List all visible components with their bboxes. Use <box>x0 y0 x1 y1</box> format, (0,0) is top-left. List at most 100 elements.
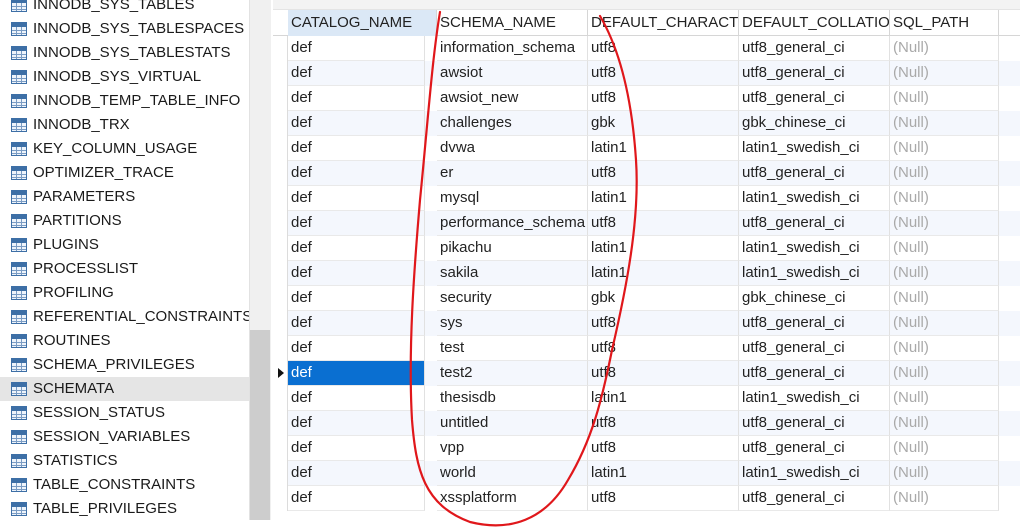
row-selector[interactable] <box>273 136 288 161</box>
cell-default-collation[interactable]: utf8_general_ci <box>739 311 890 336</box>
table-row[interactable]: def er utf8 utf8_general_ci (Null) <box>273 161 1020 186</box>
cell-default-collation[interactable]: utf8_general_ci <box>739 36 890 61</box>
row-selector[interactable] <box>273 311 288 336</box>
table-row[interactable]: def test2 utf8 utf8_general_ci (Null) <box>273 361 1020 386</box>
cell-catalog-name[interactable]: def <box>288 386 425 411</box>
cell-catalog-name[interactable]: def <box>288 286 425 311</box>
cell-schema-name[interactable]: er <box>437 161 588 186</box>
cell-default-collation[interactable]: latin1_swedish_ci <box>739 461 890 486</box>
tree-item-profiling[interactable]: PROFILING <box>0 281 249 305</box>
tree-item-routines[interactable]: ROUTINES <box>0 329 249 353</box>
cell-schema-name[interactable]: mysql <box>437 186 588 211</box>
cell-catalog-name[interactable]: def <box>288 211 425 236</box>
current-row-indicator[interactable] <box>273 361 288 386</box>
row-selector[interactable] <box>273 36 288 61</box>
row-selector[interactable] <box>273 261 288 286</box>
cell-catalog-name[interactable]: def <box>288 136 425 161</box>
cell-default-collation[interactable]: latin1_swedish_ci <box>739 386 890 411</box>
cell-default-charset[interactable]: gbk <box>588 111 739 136</box>
cell-default-charset[interactable]: latin1 <box>588 261 739 286</box>
cell-schema-name[interactable]: performance_schema <box>437 211 588 236</box>
table-row[interactable]: def world latin1 latin1_swedish_ci (Null) <box>273 461 1020 486</box>
tree-scrollbar-thumb[interactable] <box>250 330 270 520</box>
table-row[interactable]: def sakila latin1 latin1_swedish_ci (Null) <box>273 261 1020 286</box>
cell-default-charset[interactable]: gbk <box>588 286 739 311</box>
cell-default-collation[interactable]: gbk_chinese_ci <box>739 286 890 311</box>
cell-default-charset[interactable]: latin1 <box>588 186 739 211</box>
cell-catalog-name[interactable]: def <box>288 111 425 136</box>
cell-default-charset[interactable]: utf8 <box>588 486 739 511</box>
cell-sql-path[interactable]: (Null) <box>890 461 999 486</box>
cell-sql-path[interactable]: (Null) <box>890 211 999 236</box>
row-selector[interactable] <box>273 211 288 236</box>
table-row[interactable]: def sys utf8 utf8_general_ci (Null) <box>273 311 1020 336</box>
tree-item-schemata[interactable]: SCHEMATA <box>0 377 249 401</box>
cell-default-charset[interactable]: utf8 <box>588 311 739 336</box>
cell-default-charset[interactable]: utf8 <box>588 61 739 86</box>
tree-item-innodb-sys-tables[interactable]: INNODB_SYS_TABLES <box>0 0 249 17</box>
cell-catalog-name[interactable]: def <box>288 411 425 436</box>
cell-schema-name[interactable]: pikachu <box>437 236 588 261</box>
row-selector[interactable] <box>273 111 288 136</box>
cell-schema-name[interactable]: sys <box>437 311 588 336</box>
cell-catalog-name[interactable]: def <box>288 61 425 86</box>
cell-sql-path[interactable]: (Null) <box>890 111 999 136</box>
cell-default-charset[interactable]: utf8 <box>588 411 739 436</box>
cell-default-collation[interactable]: utf8_general_ci <box>739 161 890 186</box>
tree-item-innodb-sys-virtual[interactable]: INNODB_SYS_VIRTUAL <box>0 65 249 89</box>
cell-catalog-name[interactable]: def <box>288 236 425 261</box>
tree-item-session-variables[interactable]: SESSION_VARIABLES <box>0 425 249 449</box>
cell-catalog-name[interactable]: def <box>288 186 425 211</box>
tree-item-schema-privileges[interactable]: SCHEMA_PRIVILEGES <box>0 353 249 377</box>
cell-sql-path[interactable]: (Null) <box>890 336 999 361</box>
table-row[interactable]: def awsiot utf8 utf8_general_ci (Null) <box>273 61 1020 86</box>
column-header-schema-name[interactable]: SCHEMA_NAME <box>437 10 588 36</box>
tree-item-statistics[interactable]: STATISTICS <box>0 449 249 473</box>
row-selector[interactable] <box>273 61 288 86</box>
tree-item-partitions[interactable]: PARTITIONS <box>0 209 249 233</box>
table-row[interactable]: def security gbk gbk_chinese_ci (Null) <box>273 286 1020 311</box>
tree-item-session-status[interactable]: SESSION_STATUS <box>0 401 249 425</box>
cell-sql-path[interactable]: (Null) <box>890 311 999 336</box>
cell-catalog-name[interactable]: def <box>288 36 425 61</box>
cell-default-collation[interactable]: latin1_swedish_ci <box>739 236 890 261</box>
cell-sql-path[interactable]: (Null) <box>890 136 999 161</box>
row-selector[interactable] <box>273 411 288 436</box>
cell-sql-path[interactable]: (Null) <box>890 486 999 511</box>
cell-default-collation[interactable]: utf8_general_ci <box>739 336 890 361</box>
table-row[interactable]: def xssplatform utf8 utf8_general_ci (Null) <box>273 486 1020 511</box>
cell-default-collation[interactable]: utf8_general_ci <box>739 361 890 386</box>
cell-default-charset[interactable]: latin1 <box>588 461 739 486</box>
cell-catalog-name[interactable]: def <box>288 461 425 486</box>
table-row[interactable]: def thesisdb latin1 latin1_swedish_ci (Null) <box>273 386 1020 411</box>
cell-default-charset[interactable]: utf8 <box>588 436 739 461</box>
cell-default-charset[interactable]: utf8 <box>588 211 739 236</box>
table-row[interactable]: def test utf8 utf8_general_ci (Null) <box>273 336 1020 361</box>
tree-item-parameters[interactable]: PARAMETERS <box>0 185 249 209</box>
cell-sql-path[interactable]: (Null) <box>890 186 999 211</box>
cell-default-charset[interactable]: utf8 <box>588 36 739 61</box>
table-row[interactable]: def awsiot_new utf8 utf8_general_ci (Null) <box>273 86 1020 111</box>
column-header-default-collation[interactable]: DEFAULT_COLLATIO <box>739 10 890 36</box>
cell-sql-path[interactable]: (Null) <box>890 436 999 461</box>
cell-catalog-name[interactable]: def <box>288 311 425 336</box>
cell-schema-name[interactable]: information_schema <box>437 36 588 61</box>
table-row[interactable]: def challenges gbk gbk_chinese_ci (Null) <box>273 111 1020 136</box>
cell-default-charset[interactable]: latin1 <box>588 236 739 261</box>
tree-item-innodb-sys-tablestats[interactable]: INNODB_SYS_TABLESTATS <box>0 41 249 65</box>
cell-sql-path[interactable]: (Null) <box>890 386 999 411</box>
cell-catalog-name[interactable]: def <box>288 361 425 386</box>
column-header-sql-path[interactable]: SQL_PATH <box>890 10 999 36</box>
cell-default-charset[interactable]: utf8 <box>588 161 739 186</box>
cell-default-charset[interactable]: utf8 <box>588 86 739 111</box>
row-selector[interactable] <box>273 186 288 211</box>
cell-schema-name[interactable]: challenges <box>437 111 588 136</box>
cell-sql-path[interactable]: (Null) <box>890 36 999 61</box>
cell-schema-name[interactable]: security <box>437 286 588 311</box>
cell-catalog-name[interactable]: def <box>288 261 425 286</box>
table-row[interactable]: def performance_schema utf8 utf8_general_ci… <box>273 211 1020 236</box>
cell-catalog-name[interactable]: def <box>288 336 425 361</box>
cell-default-collation[interactable]: utf8_general_ci <box>739 61 890 86</box>
cell-catalog-name[interactable]: def <box>288 436 425 461</box>
tree-item-table-constraints[interactable]: TABLE_CONSTRAINTS <box>0 473 249 497</box>
